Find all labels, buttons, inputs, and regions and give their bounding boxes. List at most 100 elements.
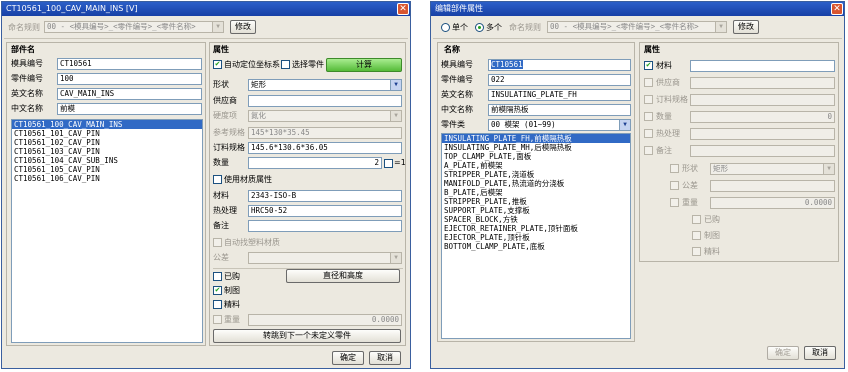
ok-button[interactable]: 确定 [332, 351, 364, 365]
part-type-item[interactable]: BOTTOM_CLAMP_PLATE,底板 [442, 242, 630, 251]
goto-next-undefined-button[interactable]: 转跳到下一个未定义零件 [213, 329, 401, 343]
part-type-label: 零件类 [441, 120, 465, 129]
part-list-item[interactable]: CT10561_100_CAV_MAIN_INS [12, 120, 202, 129]
part-type-item[interactable]: TOP_CLAMP_PLATE,面板 [442, 152, 630, 161]
right-close-icon[interactable]: ✕ [831, 3, 843, 15]
mold-no-field[interactable]: CT10561 [488, 59, 631, 71]
name-panel: 名称 模具编号 CT10561 零件编号 022 英文名称 INSULATING… [437, 42, 635, 342]
ok-button[interactable]: 确定 [767, 346, 799, 360]
qty-checkbox[interactable] [644, 112, 653, 121]
naming-modify-button[interactable]: 修改 [230, 20, 256, 34]
tolerance-select[interactable]: ▼ [248, 252, 402, 264]
note-field[interactable] [690, 145, 835, 157]
left-close-icon[interactable]: ✕ [397, 3, 409, 15]
qty-field[interactable]: 0 [690, 111, 835, 123]
qty-one-checkbox[interactable] [384, 159, 393, 168]
right-titlebar: 编辑部件属性 [431, 2, 844, 16]
note-field[interactable] [248, 220, 402, 232]
part-no-field[interactable]: 022 [488, 74, 631, 86]
part-no-field[interactable]: 100 [57, 73, 202, 85]
chevron-down-icon: ▼ [390, 111, 401, 121]
part-list[interactable]: CT10561_100_CAV_MAIN_INS CT10561_101_CAV… [11, 119, 203, 343]
purchased-checkbox[interactable] [692, 215, 701, 224]
material-field[interactable] [690, 60, 835, 72]
naming-rule-select[interactable]: 00 - <模具编号>_<零件编号>_<零件名称> ▼ [44, 21, 224, 33]
auto-mat-checkbox[interactable] [213, 238, 222, 247]
part-type-item[interactable]: SPACER_BLOCK,方铁 [442, 215, 630, 224]
material-checkbox[interactable]: ✔ [644, 61, 653, 70]
multi-radio[interactable] [475, 23, 484, 32]
weight-field[interactable]: 0.0000 [248, 314, 402, 326]
precision-checkbox[interactable] [692, 247, 701, 256]
ref-spec-field[interactable]: 145*130*35.45 [248, 127, 402, 139]
precision-checkbox[interactable] [213, 300, 222, 309]
material-field[interactable]: 2343-ISO-B [248, 190, 402, 202]
heat-checkbox[interactable] [644, 129, 653, 138]
use-material-checkbox[interactable] [213, 175, 222, 184]
cancel-button[interactable]: 取消 [369, 351, 401, 365]
supplier-field[interactable] [248, 95, 402, 107]
part-type-item[interactable]: EJECTOR_PLATE,顶针板 [442, 233, 630, 242]
tolerance-field[interactable] [710, 180, 835, 192]
shape-select[interactable]: 矩形 ▼ [248, 79, 402, 91]
part-type-item[interactable]: A_PLATE,前模架 [442, 161, 630, 170]
single-radio[interactable] [441, 23, 450, 32]
drawing-checkbox[interactable] [692, 231, 701, 240]
calc-button[interactable]: 计算 [326, 58, 402, 72]
naming-modify-button[interactable]: 修改 [733, 20, 759, 34]
part-type-item[interactable]: INSULATING_PLATE_MH,后模隔热板 [442, 143, 630, 152]
part-list-item[interactable]: CT10561_101_CAV_PIN [12, 129, 202, 138]
cn-name-field[interactable]: 前模隔热板 [488, 104, 631, 116]
part-type-item[interactable]: EJECTOR_RETAINER_PLATE,顶针面板 [442, 224, 630, 233]
cancel-button[interactable]: 取消 [804, 346, 836, 360]
tolerance-checkbox[interactable] [670, 181, 679, 190]
order-spec-field[interactable] [690, 94, 835, 106]
en-name-field[interactable]: INSULATING_PLATE_FH [488, 89, 631, 101]
weight-field[interactable]: 0.0000 [710, 197, 835, 209]
qty-field[interactable]: 2 [248, 157, 382, 169]
order-spec-field[interactable]: 145.6*130.6*36.05 [248, 142, 402, 154]
auto-mat-label: 自动找塑料材质 [224, 238, 280, 247]
part-type-select[interactable]: 00 模架 (01~99) ▼ [488, 119, 631, 131]
heat-field[interactable]: HRC50-52 [248, 205, 402, 217]
note-checkbox[interactable] [644, 146, 653, 155]
drawing-checkbox[interactable]: ✔ [213, 286, 222, 295]
weight-checkbox[interactable] [213, 315, 222, 324]
order-spec-checkbox[interactable] [644, 95, 653, 104]
note-label: 备注 [656, 146, 672, 155]
mold-no-field[interactable]: CT10561 [57, 58, 202, 70]
parts-panel: 部件名 模具编号 CT10561 零件编号 100 英文名称 CAV_MAIN_… [6, 42, 206, 346]
supplier-checkbox[interactable] [644, 78, 653, 87]
part-type-item[interactable]: MANIFOLD_PLATE,热流道的分浇板 [442, 179, 630, 188]
mold-no-label: 模具编号 [441, 60, 473, 69]
select-part-checkbox[interactable] [281, 60, 290, 69]
part-list-item[interactable]: CT10561_106_CAV_PIN [12, 174, 202, 183]
auto-csys-checkbox[interactable]: ✔ [213, 60, 222, 69]
supplier-field[interactable] [690, 77, 835, 89]
purchased-checkbox[interactable] [213, 272, 222, 281]
part-type-item[interactable]: B_PLATE,后模架 [442, 188, 630, 197]
part-type-item[interactable]: INSULATING_PLATE_FH,前模隔热板 [442, 134, 630, 143]
shape-select[interactable]: 矩形 ▼ [710, 163, 835, 175]
hardness-select[interactable]: 氮化 ▼ [248, 110, 402, 122]
naming-rule-label: 命名规则 [8, 23, 40, 32]
part-list-item[interactable]: CT10561_105_CAV_PIN [12, 165, 202, 174]
shape-checkbox[interactable] [670, 164, 679, 173]
cn-name-field[interactable]: 前模 [57, 103, 202, 115]
part-list-item[interactable]: CT10561_103_CAV_PIN [12, 147, 202, 156]
weight-checkbox[interactable] [670, 198, 679, 207]
diameter-height-button[interactable]: 直径和高度 [286, 269, 400, 283]
part-list-item[interactable]: CT10561_102_CAV_PIN [12, 138, 202, 147]
part-list-item[interactable]: CT10561_104_CAV_SUB_INS [12, 156, 202, 165]
naming-rule-select[interactable]: 00 - <模具编号>_<零件编号>_<零件名称> ▼ [547, 21, 727, 33]
left-dialog: CT10561_100_CAV_MAIN_INS [V] ✕ 命名规则 00 -… [1, 1, 411, 369]
material-label: 材料 [656, 61, 672, 70]
part-type-item[interactable]: SUPPORT_PLATE,支撑板 [442, 206, 630, 215]
part-type-item[interactable]: STRIPPER_PLATE,浇道板 [442, 170, 630, 179]
en-name-field[interactable]: CAV_MAIN_INS [57, 88, 202, 100]
heat-field[interactable] [690, 128, 835, 140]
part-no-label: 零件编号 [11, 74, 43, 83]
part-type-item[interactable]: STRIPPER_PLATE,推板 [442, 197, 630, 206]
part-type-list[interactable]: INSULATING_PLATE_FH,前模隔热板 INSULATING_PLA… [441, 133, 631, 339]
purchased-label: 已购 [224, 272, 240, 281]
